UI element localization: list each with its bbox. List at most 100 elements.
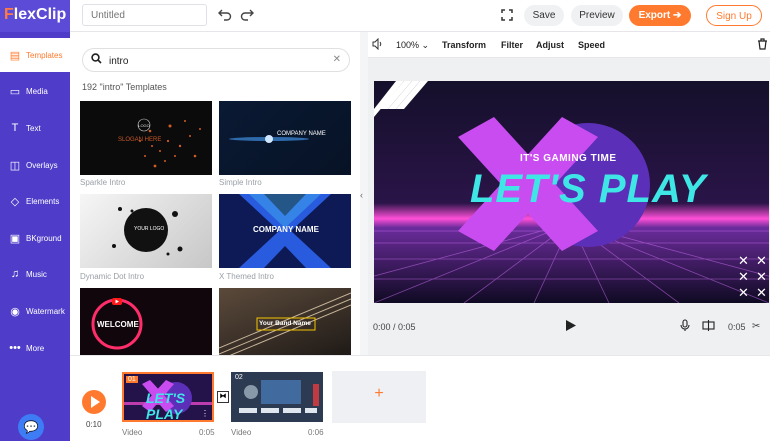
- svg-text:✕: ✕: [756, 270, 767, 285]
- zoom-select[interactable]: 100% ⌄: [396, 40, 429, 51]
- clip-type: Video: [122, 428, 143, 437]
- tool-speed[interactable]: Speed: [578, 40, 605, 50]
- project-title-input[interactable]: [82, 4, 207, 26]
- sidebar-item-overlays[interactable]: ◫ Overlays: [0, 148, 70, 182]
- search-bar: ✕: [82, 48, 350, 72]
- tool-adjust[interactable]: Adjust: [536, 40, 564, 50]
- template-label: Sparkle Intro: [80, 178, 126, 187]
- clear-search-icon[interactable]: ✕: [333, 54, 341, 65]
- results-count: 192 "intro" Templates: [82, 82, 167, 92]
- timeline-play-button[interactable]: [82, 390, 106, 414]
- background-icon: ▣: [9, 232, 21, 245]
- video-canvas[interactable]: ✕ ✕ ✕ ✕ ✕ ✕ IT'S GAMING TIME LET'S PLAY: [374, 81, 769, 303]
- text-icon: T: [11, 122, 19, 134]
- templates-icon: ▤: [9, 49, 21, 62]
- trash-icon[interactable]: [757, 38, 768, 52]
- clip-duration: 0:06: [308, 428, 324, 437]
- more-icon: •••: [9, 342, 21, 354]
- chevron-down-icon: ⌄: [421, 40, 430, 50]
- plus-icon: +: [374, 385, 384, 402]
- sidebar-item-music[interactable]: ♫ Music: [0, 257, 70, 291]
- elements-icon: ◇: [10, 195, 20, 208]
- timeline-clip-1[interactable]: 01 LET'S PLAY ⋮: [122, 372, 214, 422]
- svg-text:LOGO: LOGO: [138, 123, 150, 128]
- sidebar-item-watermark[interactable]: ◉ Watermark: [0, 294, 70, 328]
- sidebar-item-templates[interactable]: ▤ Templates: [0, 38, 70, 72]
- editor-area: 100% ⌄ Transform Filter Adjust Speed ✕ ✕…: [368, 32, 770, 355]
- template-thumb-welcome[interactable]: WELCOME: [80, 288, 212, 355]
- watermark-icon: ◉: [10, 305, 20, 318]
- sidebar-item-label: Templates: [26, 50, 63, 60]
- template-thumb-text: WELCOME: [97, 320, 139, 329]
- save-button[interactable]: Save: [524, 5, 564, 26]
- fullscreen-icon[interactable]: [497, 6, 517, 26]
- svg-text:✕: ✕: [738, 254, 749, 269]
- search-input[interactable]: [109, 53, 329, 69]
- template-thumb-sparkle-intro[interactable]: LOGO SLOGAN HERE: [80, 101, 212, 175]
- template-thumb-band[interactable]: Your Band Name: [219, 288, 351, 355]
- svg-text:✕: ✕: [756, 286, 767, 301]
- timeline: 0:10 01 LET'S PLAY ⋮ Video 0:05 ⧓ 02 Vid…: [70, 355, 770, 441]
- sidebar-item-text[interactable]: T Text: [0, 111, 70, 145]
- panel-collapse-handle[interactable]: ‹: [360, 32, 368, 355]
- chevron-left-icon: ‹: [360, 190, 363, 200]
- edit-toolbar: 100% ⌄ Transform Filter Adjust Speed: [368, 32, 770, 58]
- clip-type: Video: [231, 428, 252, 437]
- undo-icon[interactable]: [215, 6, 235, 26]
- export-button[interactable]: Export ➔: [629, 5, 691, 26]
- flexclip-logo[interactable]: FlexClip: [4, 3, 66, 27]
- preview-button[interactable]: Preview: [571, 5, 623, 26]
- export-label: Export: [638, 10, 671, 21]
- timeline-total-time: 0:10: [86, 420, 102, 429]
- scissors-icon[interactable]: ✂: [752, 321, 760, 332]
- sidebar-item-media[interactable]: ▭ Media: [0, 74, 70, 108]
- canvas-title[interactable]: LET'S PLAY: [470, 167, 707, 212]
- clip-index: 02: [235, 374, 243, 381]
- logo-area[interactable]: FlexClip: [0, 0, 70, 32]
- timeline-clip-2[interactable]: 02: [231, 372, 323, 422]
- sidebar-item-label: More: [26, 343, 45, 353]
- sidebar-item-label: Elements: [26, 196, 60, 206]
- top-bar: FlexClip Save Preview Export ➔ Sign Up: [0, 0, 770, 32]
- sign-up-button[interactable]: Sign Up: [706, 5, 762, 26]
- sidebar-item-bkground[interactable]: ▣ BKground: [0, 221, 70, 255]
- music-icon: ♫: [10, 268, 20, 280]
- template-thumb-text: COMPANY NAME: [277, 131, 326, 137]
- logo-prefix: F: [4, 6, 14, 23]
- template-thumb-dynamic-dot-intro[interactable]: YOUR LOGO: [80, 194, 212, 268]
- folder-icon: ▭: [9, 85, 21, 98]
- template-thumb-text: COMPANY NAME: [253, 225, 319, 234]
- template-thumb-text: YOUR LOGO: [134, 226, 165, 232]
- split-icon[interactable]: [702, 319, 715, 334]
- sidebar-item-label: Music: [26, 269, 47, 279]
- canvas-subtitle[interactable]: IT'S GAMING TIME: [520, 153, 617, 164]
- chat-support-button[interactable]: 💬: [18, 414, 44, 440]
- template-thumb-simple-intro[interactable]: COMPANY NAME: [219, 101, 351, 175]
- current-time: 0:00 / 0:05: [373, 322, 416, 332]
- volume-icon[interactable]: [372, 37, 384, 52]
- chat-icon: 💬: [23, 420, 39, 434]
- sidebar-item-label: Text: [26, 123, 41, 133]
- templates-panel: ✕ 192 "intro" Templates LOGO SLOGAN HERE…: [70, 32, 360, 355]
- svg-text:✕: ✕: [738, 286, 749, 301]
- sidebar-item-more[interactable]: ••• More: [0, 331, 70, 365]
- clip-duration: 0:05: [199, 428, 215, 437]
- logo-text: lexClip: [13, 6, 67, 23]
- sidebar-item-label: BKground: [26, 233, 62, 243]
- sidebar-item-elements[interactable]: ◇ Elements: [0, 184, 70, 218]
- redo-icon[interactable]: [237, 6, 257, 26]
- clip-more-icon[interactable]: ⋮: [201, 409, 209, 418]
- play-icon[interactable]: [565, 319, 577, 334]
- sidebar: ▤ Templates ▭ Media T Text ◫ Overlays ◇ …: [0, 32, 70, 441]
- tool-transform[interactable]: Transform: [442, 40, 486, 50]
- tool-filter[interactable]: Filter: [501, 40, 523, 50]
- add-clip-button[interactable]: +: [332, 371, 426, 423]
- player-controls: 0:00 / 0:05 0:05 ✂: [368, 312, 770, 355]
- template-thumb-x-themed-intro[interactable]: COMPANY NAME: [219, 194, 351, 268]
- microphone-icon[interactable]: [680, 319, 690, 334]
- sidebar-item-label: Media: [26, 86, 48, 96]
- transition-icon[interactable]: ⧓: [217, 391, 229, 403]
- svg-text:✕: ✕: [738, 270, 749, 285]
- template-label: X Themed Intro: [219, 272, 274, 281]
- template-label: Dynamic Dot Intro: [80, 272, 145, 281]
